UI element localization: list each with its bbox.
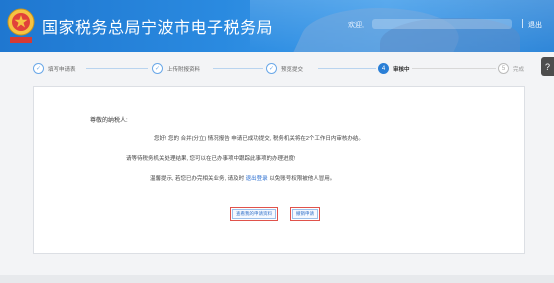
top-banner: 国家税务总局宁波市电子税务局 欢迎, 退出 [0, 0, 554, 52]
help-icon[interactable]: ? [541, 57, 554, 76]
revoke-application-label: 撤销申请 [292, 208, 318, 220]
step-connector [86, 68, 148, 69]
welcome-text: 欢迎, [348, 22, 364, 29]
step-complete: 5 完成 [498, 63, 524, 74]
reminder-prefix: 温馨提示, 若您已办完相关业务, 请及时 [150, 176, 245, 182]
step-label: 完成 [513, 66, 525, 73]
reminder-message: 温馨提示, 若您已办完相关业务, 请及时 退出登录 以免账号权限被他人冒用。 [150, 174, 335, 182]
footer-bar [0, 275, 554, 283]
step-connector [318, 68, 376, 69]
wait-result-message: 请等待税务机关处理结果, 您可以在已办事项中跟踪此事项的办理进度! [126, 156, 296, 162]
step-preview: ✓ 预览提交 [266, 63, 303, 74]
view-application-button[interactable]: 查看我的申请资料 [230, 207, 278, 221]
tax-emblem-icon [7, 8, 35, 43]
reminder-suffix: 以免账号权限被他人冒用。 [269, 176, 336, 182]
step-label: 审核中 [393, 66, 410, 73]
view-application-label: 查看我的申请资料 [232, 208, 276, 220]
header-divider [522, 19, 523, 28]
check-icon: ✓ [152, 63, 163, 74]
step-number: 4 [378, 63, 389, 74]
step-label: 预览提交 [281, 66, 304, 73]
check-icon: ✓ [266, 63, 277, 74]
progress-steps: ✓ 填写申请表 ✓ 上传附报资料 ✓ 预览提交 4 审核中 5 完成 [0, 52, 554, 86]
site-title: 国家税务总局宁波市电子税务局 [42, 20, 274, 37]
step-connector [412, 68, 496, 69]
step-connector [213, 68, 263, 69]
step-label: 填写申请表 [48, 66, 76, 73]
revoke-application-button[interactable]: 撤销申请 [290, 207, 320, 221]
logout-link[interactable]: 退出 [528, 20, 542, 30]
result-card: 尊敬的纳税人: 您好! 您的 合并(分立) 情况报告 申请已成功提交, 税务机关… [33, 86, 525, 254]
logout-inline-link[interactable]: 退出登录 [246, 176, 268, 182]
step-label: 上传附报资料 [167, 66, 201, 73]
step-review: 4 审核中 [378, 63, 410, 74]
step-upload: ✓ 上传附报资料 [152, 63, 200, 74]
submit-success-message: 您好! 您的 合并(分立) 情况报告 申请已成功提交, 税务机关将在2个工作日内… [154, 136, 364, 142]
step-fill-form: ✓ 填写申请表 [33, 63, 76, 74]
check-icon: ✓ [33, 63, 44, 74]
user-info-blurred [372, 19, 512, 29]
step-number: 5 [498, 63, 509, 74]
greeting: 尊敬的纳税人: [90, 118, 128, 124]
